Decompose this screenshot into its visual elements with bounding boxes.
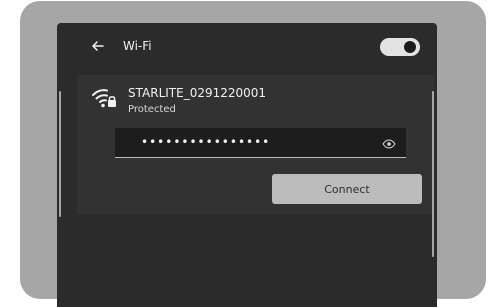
back-arrow-icon[interactable]: [90, 38, 106, 54]
wifi-lock-icon: [90, 85, 118, 111]
wifi-screen: Wi-Fi STARLITE_0291220001 Protected ••••…: [57, 23, 437, 307]
network-panel: STARLITE_0291220001 Protected ••••••••••…: [77, 75, 434, 214]
right-scroll-indicator[interactable]: [432, 91, 434, 257]
password-field[interactable]: ••••••••••••••••: [115, 128, 406, 158]
network-ssid: STARLITE_0291220001: [128, 86, 267, 100]
wifi-toggle[interactable]: [380, 38, 420, 56]
left-scroll-indicator: [59, 91, 61, 217]
header-bar: Wi-Fi: [57, 23, 437, 73]
network-status: Protected: [128, 104, 176, 115]
eye-icon[interactable]: [382, 136, 396, 150]
password-value: ••••••••••••••••: [141, 135, 271, 149]
connect-button[interactable]: Connect: [272, 174, 422, 204]
page-title: Wi-Fi: [123, 39, 152, 53]
toggle-knob: [404, 41, 416, 53]
